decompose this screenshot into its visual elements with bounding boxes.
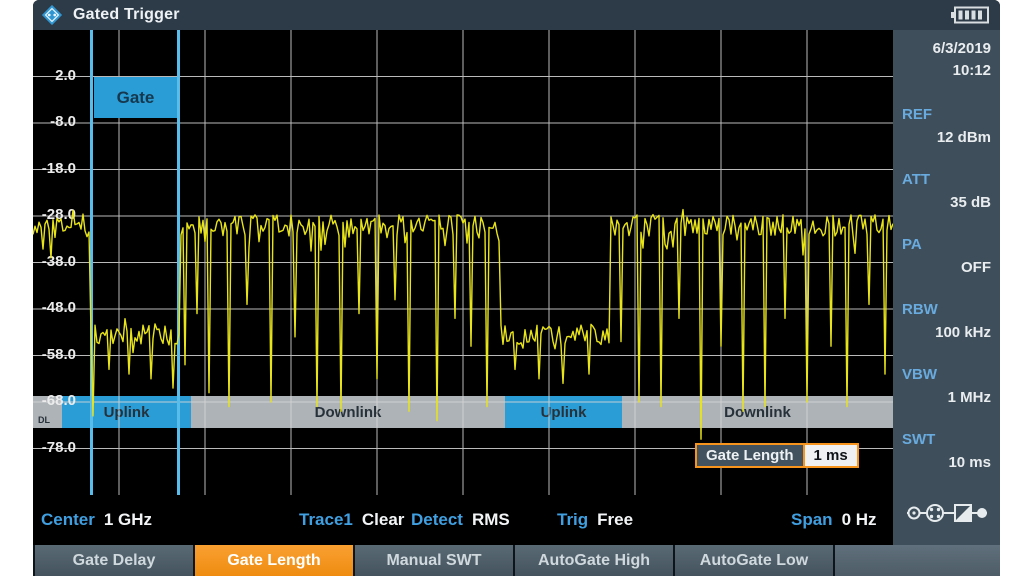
gate-region-label: Gate: [117, 88, 155, 108]
band-segment-downlink: Downlink: [191, 396, 505, 428]
band-segment-uplink: Uplink: [505, 396, 622, 428]
gate-length-entry[interactable]: Gate Length 1 ms: [695, 443, 859, 468]
gate-region-box: Gate: [94, 77, 177, 118]
status-span[interactable]: Span 0 Hz: [791, 510, 877, 530]
instrument-screen: Gated Trigger DLUplinkDownlinkUplinkDown…: [33, 0, 1000, 576]
softkey-manual-swt[interactable]: Manual SWT: [355, 545, 513, 576]
battery-icon: [950, 5, 990, 30]
y-axis-label: -8.0: [33, 113, 76, 130]
softkey-bar: Gate DelayGate LengthManual SWTAutoGate …: [33, 545, 1000, 576]
status-trace-mode[interactable]: Trace1 Clear: [299, 510, 404, 530]
rohde-schwarz-logo-icon: [41, 4, 63, 26]
param-ref: REF 12 dBm: [902, 106, 991, 147]
y-axis-label: -68.0: [33, 392, 76, 409]
rf-signal-path-icon: [905, 500, 989, 531]
page-title: Gated Trigger: [73, 6, 180, 24]
measurement-plot: DLUplinkDownlinkUplinkDownlink Gate: [33, 30, 893, 495]
status-detector[interactable]: Detect RMS: [411, 510, 510, 530]
gate-length-entry-label: Gate Length: [697, 445, 803, 466]
gate-end-marker-line[interactable]: [177, 30, 180, 495]
settings-sidebar: 6/3/2019 10:12 REF 12 dBm ATT 35 dB PA O…: [893, 30, 1000, 545]
timeslot-band: DLUplinkDownlinkUplinkDownlink: [33, 396, 893, 428]
time-display: 10:12: [902, 60, 991, 82]
param-swt: SWT 10 ms: [902, 431, 991, 472]
y-axis-label: -18.0: [33, 160, 76, 177]
status-trigger[interactable]: Trig Free: [557, 510, 633, 530]
gate-length-entry-value[interactable]: 1 ms: [803, 445, 857, 466]
y-axis-label: -58.0: [33, 346, 76, 363]
softkey-autogate-low[interactable]: AutoGate Low: [675, 545, 833, 576]
softkey-gate-length[interactable]: Gate Length: [195, 545, 353, 576]
y-axis-label: -38.0: [33, 253, 76, 270]
y-axis-label: 2.0: [33, 67, 76, 84]
title-bar: Gated Trigger: [33, 0, 1000, 30]
band-segment-downlink: Downlink: [622, 396, 893, 428]
softkey-empty-area: [835, 545, 1000, 576]
y-axis-label: -48.0: [33, 299, 76, 316]
param-rbw: RBW 100 kHz: [902, 301, 991, 342]
date-display: 6/3/2019: [902, 38, 991, 60]
gate-start-marker-line[interactable]: [90, 30, 93, 495]
status-bar: Center 1 GHz Trace1 Clear Detect RMS Tri…: [33, 495, 893, 545]
param-vbw: VBW 1 MHz: [902, 366, 991, 407]
softkey-gate-delay[interactable]: Gate Delay: [35, 545, 193, 576]
param-att: ATT 35 dB: [902, 171, 991, 212]
band-segment-uplink: Uplink: [62, 396, 191, 428]
y-axis-label: -28.0: [33, 206, 76, 223]
param-pa: PA OFF: [902, 236, 991, 277]
status-center-frequency[interactable]: Center 1 GHz: [41, 510, 152, 530]
softkey-autogate-high[interactable]: AutoGate High: [515, 545, 673, 576]
y-axis-label: -78.0: [33, 439, 76, 456]
